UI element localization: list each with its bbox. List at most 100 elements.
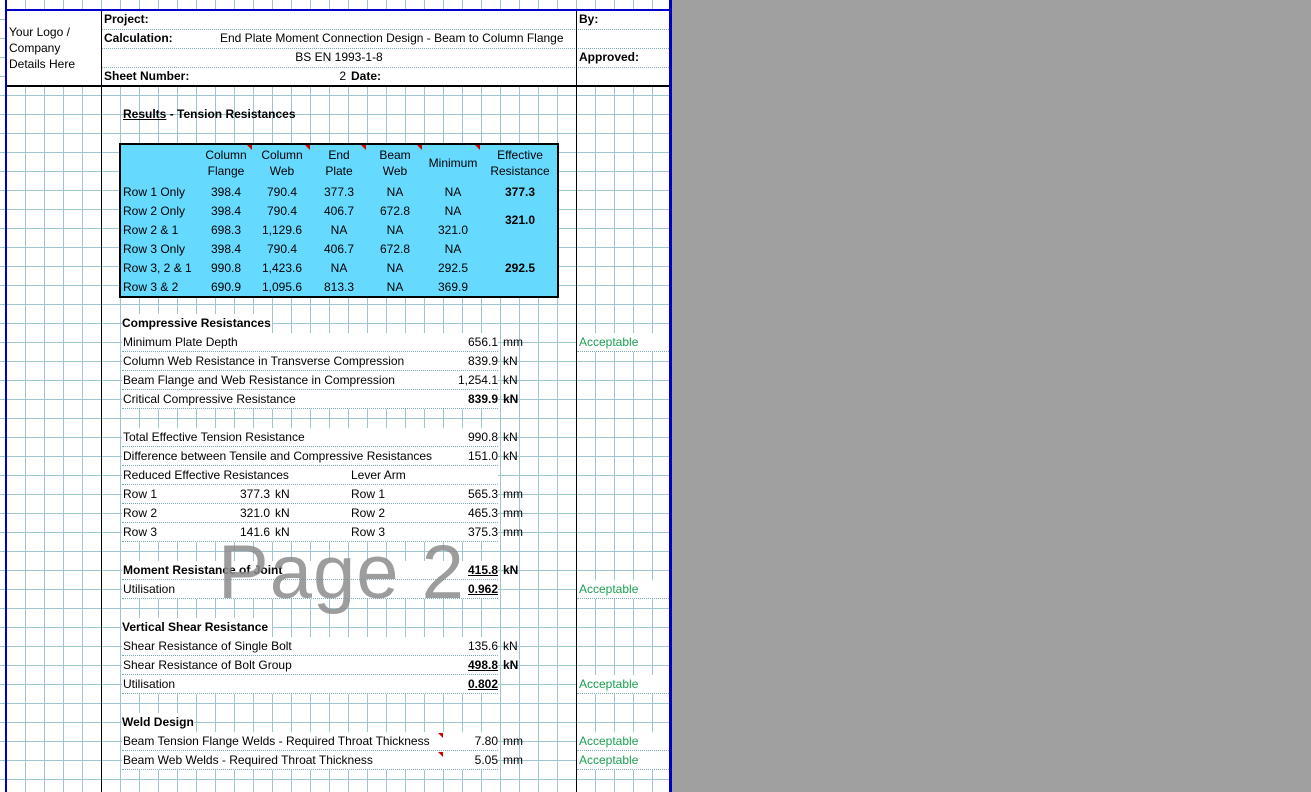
- table-row: Row 1 Only 398.4 790.4 377.3 NA NA: [121, 183, 485, 202]
- comment-indicator-icon[interactable]: [438, 733, 443, 738]
- col-header-minimum: Minimum: [428, 156, 478, 170]
- lever-row-unit: mm: [503, 487, 523, 501]
- web-weld-unit: mm: [503, 753, 523, 767]
- difference-unit: kN: [503, 449, 518, 463]
- shear-title: Vertical Shear Resistance: [122, 618, 272, 637]
- row-band: [122, 504, 498, 523]
- moment-utilisation-label: Utilisation: [123, 582, 176, 596]
- moment-resistance-unit: kN: [503, 563, 519, 577]
- reduced-row-value: 377.3: [239, 487, 270, 501]
- tension-resistance-table: Column Flange Column Web End Plate Beam Web …: [119, 143, 559, 298]
- col-header-column-web: Column Web: [261, 148, 303, 178]
- column-web-compression-unit: kN: [503, 354, 518, 368]
- reduced-resistances-title: Reduced Effective Resistances: [123, 468, 289, 482]
- sheet-number-label: Sheet Number:: [104, 69, 190, 83]
- row-band: [122, 675, 498, 694]
- comment-indicator-icon[interactable]: [438, 752, 443, 757]
- min-plate-depth-status: Acceptable: [579, 335, 639, 349]
- effective-resistance-row2: 321.0: [504, 213, 536, 227]
- table-cell-label: Row 3 & 2: [123, 280, 179, 294]
- total-tension-label: Total Effective Tension Resistance: [123, 430, 305, 444]
- project-label: Project:: [104, 12, 149, 26]
- table-cell-min: 292.5: [437, 261, 469, 275]
- table-cell-cw: 790.4: [266, 204, 298, 218]
- effective-resistance-row1: 377.3: [504, 185, 536, 199]
- lever-row-value: 465.3: [467, 506, 498, 520]
- table-cell-bw: NA: [386, 223, 404, 237]
- table-cell-cw: 1,423.6: [261, 261, 303, 275]
- bolt-group-shear-label: Shear Resistance of Bolt Group: [123, 658, 292, 672]
- approved-label: Approved:: [579, 50, 639, 64]
- page-border-left: [5, 0, 7, 792]
- shear-utilisation-value: 0.802: [467, 677, 498, 691]
- table-cell-label: Row 2 & 1: [123, 223, 179, 237]
- flange-weld-label: Beam Tension Flange Welds - Required Thr…: [123, 734, 430, 748]
- table-cell-min: 321.0: [437, 223, 469, 237]
- comment-indicator-icon[interactable]: [475, 145, 480, 150]
- comment-indicator-icon[interactable]: [361, 145, 366, 150]
- table-cell-cf: 398.4: [210, 242, 242, 256]
- shear-utilisation-status: Acceptable: [579, 677, 639, 691]
- flange-weld-unit: mm: [503, 734, 523, 748]
- spreadsheet-sheet[interactable]: Your Logo / Company Details Here Project…: [0, 0, 672, 792]
- web-weld-value: 5.05: [474, 753, 498, 767]
- difference-label: Difference between Tensile and Compressi…: [123, 449, 433, 463]
- table-cell-ep: NA: [330, 223, 348, 237]
- shear-utilisation-label: Utilisation: [123, 677, 176, 691]
- lever-row-label: Row 2: [351, 506, 386, 520]
- logo-divider: [101, 11, 102, 792]
- table-cell-cf: 398.4: [210, 185, 242, 199]
- page-border-right: [669, 0, 672, 792]
- reduced-row-unit: kN: [275, 506, 290, 520]
- min-plate-depth-label: Minimum Plate Depth: [123, 335, 238, 349]
- table-cell-cf: 690.9: [210, 280, 242, 294]
- table-cell-cw: 1,095.6: [261, 280, 303, 294]
- table-cell-ep: 406.7: [323, 242, 355, 256]
- table-cell-ep: 377.3: [323, 185, 355, 199]
- beam-flange-compression-value: 1,254.1: [457, 373, 498, 387]
- column-web-compression-label: Column Web Resistance in Transverse Comp…: [123, 354, 405, 368]
- col-header-beam-web: Beam Web: [379, 148, 411, 178]
- table-row: Row 3 & 2 690.9 1,095.6 813.3 NA 369.9: [121, 278, 485, 297]
- min-plate-depth-unit: mm: [503, 335, 523, 349]
- row-band: [122, 485, 498, 504]
- table-cell-cw: 1,129.6: [261, 223, 303, 237]
- table-cell-bw: NA: [386, 280, 404, 294]
- table-cell-bw: 672.8: [379, 242, 411, 256]
- total-tension-unit: kN: [503, 430, 518, 444]
- comment-indicator-icon[interactable]: [305, 145, 310, 150]
- table-cell-ep: 406.7: [323, 204, 355, 218]
- comment-indicator-icon[interactable]: [417, 145, 422, 150]
- flange-weld-value: 7.80: [474, 734, 498, 748]
- table-cell-ep: 813.3: [323, 280, 355, 294]
- single-bolt-shear-label: Shear Resistance of Single Bolt: [123, 639, 292, 653]
- table-header-row: Column Flange Column Web End Plate Beam Web …: [121, 145, 557, 183]
- calculation-value[interactable]: End Plate Moment Connection Design - Bea…: [220, 29, 564, 48]
- beam-flange-compression-label: Beam Flange and Web Resistance in Compre…: [123, 373, 395, 387]
- bolt-group-shear-value: 498.8: [467, 658, 498, 672]
- calculation-label: Calculation:: [104, 31, 173, 45]
- col-header-end-plate: End Plate: [325, 148, 353, 178]
- table-cell-bw: NA: [386, 261, 404, 275]
- table-cell-min: 369.9: [437, 280, 469, 294]
- moment-utilisation-status: Acceptable: [579, 582, 639, 596]
- compressive-title: Compressive Resistances: [122, 314, 272, 333]
- reduced-row-label: Row 1: [123, 487, 158, 501]
- table-cell-cw: 790.4: [266, 185, 298, 199]
- table-cell-cf: 990.8: [210, 261, 242, 275]
- web-weld-label: Beam Web Welds - Required Throat Thickne…: [123, 753, 373, 767]
- tension-results-title: Results - Tension Resistances: [123, 107, 296, 121]
- critical-compression-unit: kN: [503, 392, 519, 406]
- table-cell-bw: 672.8: [379, 204, 411, 218]
- lever-row-value: 565.3: [467, 487, 498, 501]
- table-row: Row 2 & 1 698.3 1,129.6 NA NA 321.0: [121, 221, 485, 240]
- table-row: Row 3 Only 398.4 790.4 406.7 672.8 NA: [121, 240, 485, 259]
- comment-indicator-icon[interactable]: [247, 145, 252, 150]
- web-weld-status: Acceptable: [579, 753, 639, 767]
- sheet-number-value[interactable]: 2: [300, 67, 346, 86]
- reduced-row-value: 321.0: [239, 506, 270, 520]
- col-header-effective-resistance: Effective Resistance: [490, 148, 550, 178]
- design-standard: BS EN 1993-1-8: [295, 50, 383, 64]
- table-cell-label: Row 1 Only: [123, 185, 186, 199]
- reduced-row-label: Row 2: [123, 506, 158, 520]
